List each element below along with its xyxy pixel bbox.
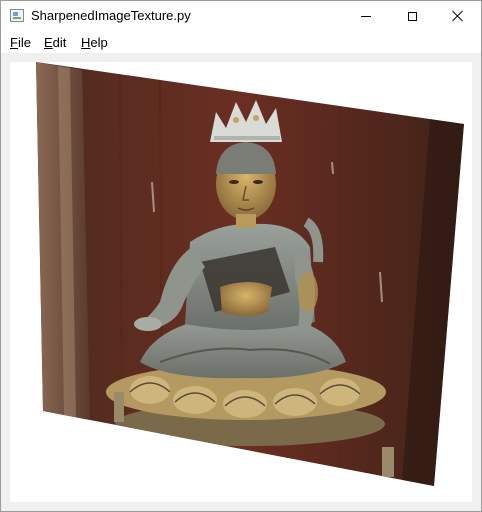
textured-quad-canvas — [36, 62, 464, 486]
menu-file-label: ile — [17, 35, 31, 50]
menu-edit[interactable]: Edit — [44, 35, 66, 50]
close-button[interactable] — [435, 1, 481, 31]
menu-help[interactable]: Help — [81, 35, 108, 50]
title-bar[interactable]: SharpenedImageTexture.py — [1, 1, 481, 31]
menu-help-label: elp — [90, 35, 108, 50]
menu-file[interactable]: File — [10, 35, 31, 50]
menu-file-mnemonic: F — [10, 35, 18, 50]
menu-edit-mnemonic: E — [44, 35, 53, 50]
app-window: SharpenedImageTexture.py File Edit Help — [0, 0, 482, 512]
close-icon — [452, 10, 464, 22]
window-title: SharpenedImageTexture.py — [31, 8, 191, 23]
minimize-button[interactable] — [343, 1, 389, 31]
buddha-texture — [36, 62, 464, 486]
menu-help-mnemonic: H — [81, 35, 91, 50]
python-window-icon[interactable] — [10, 9, 24, 22]
menu-edit-label: dit — [52, 35, 67, 50]
render-viewport[interactable] — [10, 62, 472, 502]
menu-bar: File Edit Help — [1, 31, 481, 53]
minimize-icon — [361, 15, 371, 17]
maximize-icon — [407, 11, 417, 21]
maximize-button[interactable] — [389, 1, 435, 31]
